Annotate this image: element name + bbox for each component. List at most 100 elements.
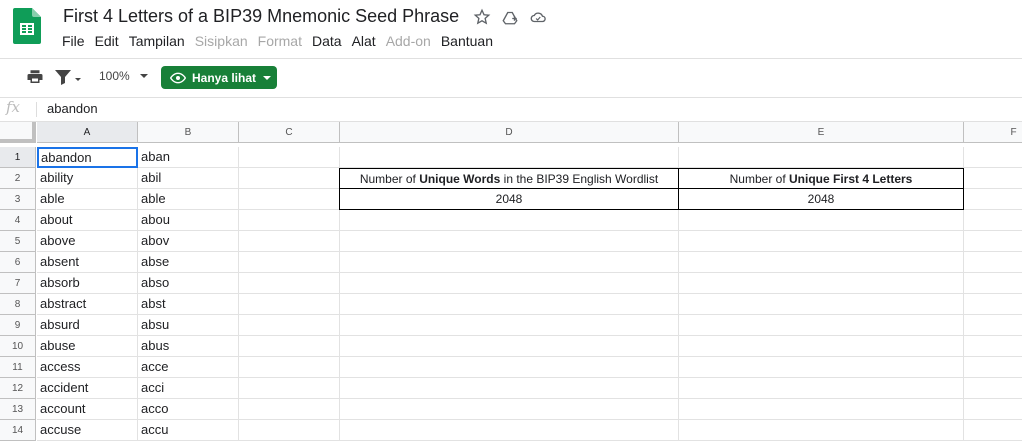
grid-cell[interactable] <box>964 315 1022 336</box>
cell-prefix[interactable]: abou <box>138 210 239 231</box>
row-header[interactable]: 8 <box>0 294 36 315</box>
grid-cell[interactable] <box>239 252 340 273</box>
grid-cell[interactable] <box>964 147 1022 168</box>
star-icon[interactable] <box>473 8 491 26</box>
zoom-select[interactable]: 100% <box>99 69 130 83</box>
grid-cell[interactable] <box>239 336 340 357</box>
drive-move-icon[interactable] <box>501 8 519 26</box>
grid-cell[interactable] <box>340 147 679 168</box>
row-header[interactable]: 10 <box>0 336 36 357</box>
row-header[interactable]: 11 <box>0 357 36 378</box>
cell-prefix[interactable]: aban <box>138 147 239 168</box>
column-header-b[interactable]: B <box>138 122 239 143</box>
grid-cell[interactable] <box>239 399 340 420</box>
menu-view[interactable]: Tampilan <box>129 33 185 49</box>
grid-cell[interactable] <box>239 168 340 189</box>
grid-cell[interactable] <box>964 189 1022 210</box>
cell-prefix[interactable]: abov <box>138 231 239 252</box>
menu-help[interactable]: Bantuan <box>441 33 493 49</box>
menu-tools[interactable]: Alat <box>352 33 376 49</box>
grid-cell[interactable] <box>239 231 340 252</box>
cell-prefix[interactable]: able <box>138 189 239 210</box>
grid-cell[interactable] <box>964 399 1022 420</box>
cell-word[interactable]: above <box>37 231 138 252</box>
cell-prefix[interactable]: acce <box>138 357 239 378</box>
cell-word[interactable]: abuse <box>37 336 138 357</box>
grid-cell[interactable] <box>340 294 679 315</box>
column-header-f[interactable]: F <box>964 122 1022 143</box>
menu-data[interactable]: Data <box>312 33 342 49</box>
grid-cell[interactable] <box>964 273 1022 294</box>
column-header-d[interactable]: D <box>340 122 679 143</box>
cell-prefix[interactable]: abso <box>138 273 239 294</box>
cell-prefix[interactable]: absu <box>138 315 239 336</box>
grid-cell[interactable] <box>239 378 340 399</box>
zoom-caret-icon[interactable] <box>140 74 148 78</box>
row-header[interactable]: 1 <box>0 147 36 168</box>
grid-cell[interactable] <box>340 273 679 294</box>
menu-file[interactable]: File <box>62 33 85 49</box>
grid-cell[interactable] <box>679 315 964 336</box>
grid-cell[interactable] <box>679 378 964 399</box>
cell-word[interactable]: able <box>37 189 138 210</box>
row-header[interactable]: 6 <box>0 252 36 273</box>
cell-word[interactable]: access <box>37 357 138 378</box>
grid-cell[interactable] <box>340 357 679 378</box>
grid-cell[interactable] <box>239 210 340 231</box>
cell-word[interactable]: account <box>37 399 138 420</box>
cell-word[interactable]: ability <box>37 168 138 189</box>
cell-word[interactable]: absent <box>37 252 138 273</box>
cell-prefix[interactable]: abil <box>138 168 239 189</box>
column-header-c[interactable]: C <box>239 122 340 143</box>
grid-cell[interactable] <box>239 357 340 378</box>
document-title[interactable]: First 4 Letters of a BIP39 Mnemonic Seed… <box>63 6 459 27</box>
grid-cell[interactable] <box>679 231 964 252</box>
row-header[interactable]: 9 <box>0 315 36 336</box>
cell-prefix[interactable]: acco <box>138 399 239 420</box>
grid-cell[interactable] <box>239 189 340 210</box>
sheets-logo-icon[interactable] <box>13 8 41 44</box>
cloud-status-icon[interactable] <box>529 8 547 26</box>
grid-cell[interactable] <box>340 378 679 399</box>
print-icon[interactable] <box>26 68 44 86</box>
grid-cell[interactable] <box>239 315 340 336</box>
grid-cell[interactable] <box>340 252 679 273</box>
menu-edit[interactable]: Edit <box>95 33 119 49</box>
grid-cell[interactable] <box>679 399 964 420</box>
grid-cell[interactable] <box>679 336 964 357</box>
filter-icon[interactable] <box>54 68 82 86</box>
grid-cell[interactable] <box>679 273 964 294</box>
formula-input[interactable]: abandon <box>47 101 98 116</box>
row-header[interactable]: 2 <box>0 168 36 189</box>
cell-prefix[interactable]: abse <box>138 252 239 273</box>
grid-cell[interactable] <box>239 273 340 294</box>
grid-cell[interactable] <box>964 252 1022 273</box>
grid-cell[interactable] <box>964 336 1022 357</box>
cell-word[interactable]: absorb <box>37 273 138 294</box>
cell-prefix[interactable]: acci <box>138 378 239 399</box>
cell-word[interactable]: abstract <box>37 294 138 315</box>
row-header[interactable]: 3 <box>0 189 36 210</box>
grid-cell[interactable] <box>340 336 679 357</box>
cell-unique-prefix-count[interactable]: 2048 <box>678 188 964 210</box>
row-header[interactable]: 7 <box>0 273 36 294</box>
grid-cell[interactable] <box>340 210 679 231</box>
row-header[interactable]: 5 <box>0 231 36 252</box>
grid-cell[interactable] <box>340 231 679 252</box>
row-header[interactable]: 12 <box>0 378 36 399</box>
view-only-button[interactable]: Hanya lihat <box>161 66 277 89</box>
grid-cell[interactable] <box>964 210 1022 231</box>
cell-unique-words-label[interactable]: Number of Unique Words in the BIP39 Engl… <box>339 168 679 189</box>
row-header[interactable]: 13 <box>0 399 36 420</box>
select-all-corner[interactable] <box>0 122 36 143</box>
cell-prefix[interactable]: abst <box>138 294 239 315</box>
grid-cell[interactable] <box>964 231 1022 252</box>
grid-cell[interactable] <box>679 210 964 231</box>
grid-cell[interactable] <box>340 399 679 420</box>
cell-unique-prefix-label[interactable]: Number of Unique First 4 Letters <box>678 168 964 189</box>
cell-word[interactable]: accident <box>37 378 138 399</box>
grid-cell[interactable] <box>964 378 1022 399</box>
cell-word[interactable]: about <box>37 210 138 231</box>
grid-cell[interactable] <box>679 252 964 273</box>
grid-cell[interactable] <box>239 294 340 315</box>
